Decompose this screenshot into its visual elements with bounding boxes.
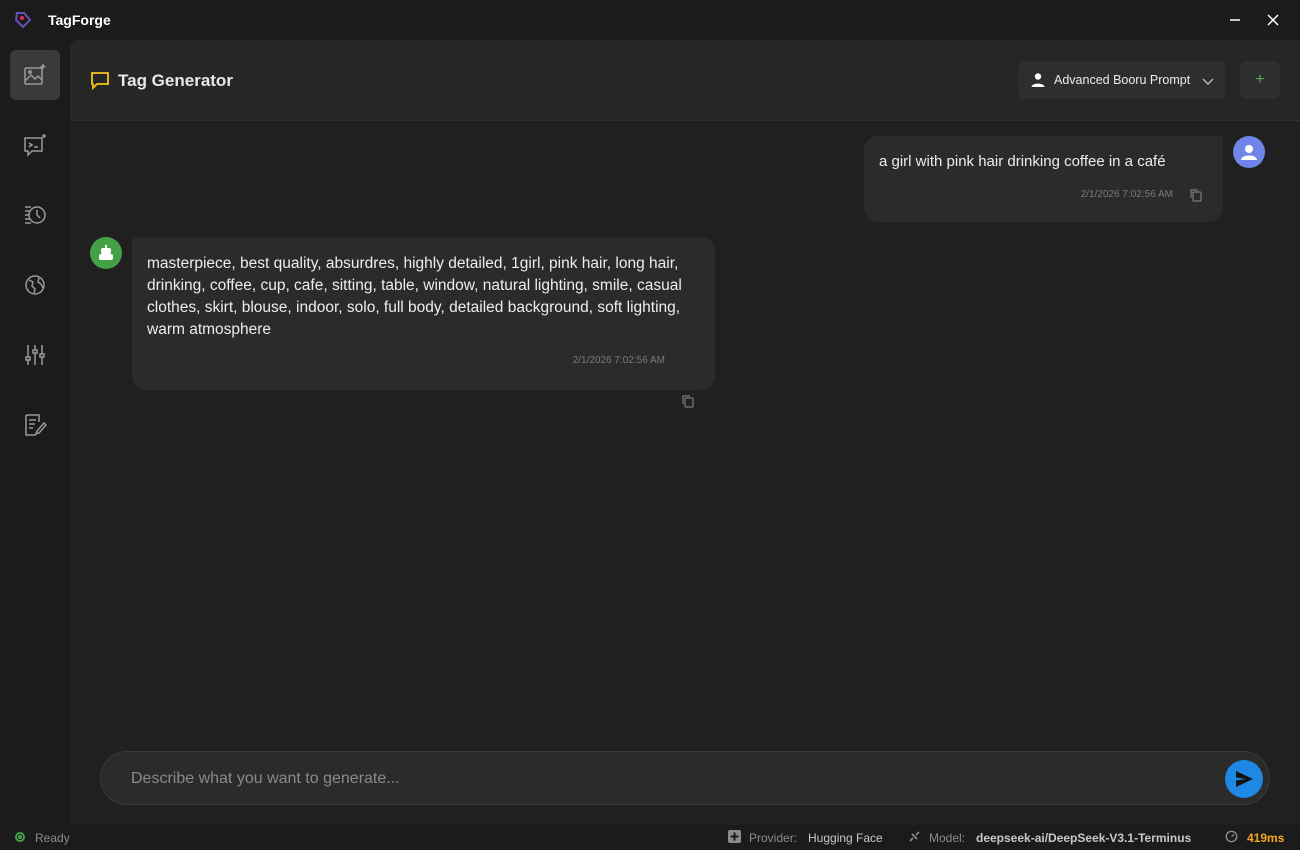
page-header: Tag Generator Advanced Booru Prompt + [70, 40, 1300, 121]
preset-label: Advanced Booru Prompt [1054, 73, 1191, 87]
latency-value: 419ms [1247, 831, 1285, 845]
page-title: Tag Generator [118, 71, 233, 90]
message-timestamp: 2/1/2026 7:02:56 AM [572, 355, 665, 366]
chat-bubble-icon [91, 72, 109, 90]
sidebar-item-notes[interactable] [10, 400, 60, 450]
title-bar: TagForge [0, 0, 1300, 40]
status-indicator-icon [15, 832, 25, 842]
image-sparkle-icon [24, 64, 46, 85]
model-label: Model: [929, 831, 966, 845]
app-logo-icon [14, 12, 32, 29]
status-bar: Ready Provider: Hugging Face Model: deep… [0, 825, 1300, 850]
user-avatar [1233, 136, 1265, 168]
message-text: masterpiece, best quality, absurdres, hi… [147, 255, 682, 338]
app-title: TagForge [48, 12, 111, 28]
copy-icon[interactable] [1189, 188, 1203, 202]
globe-icon [25, 275, 45, 295]
robot-icon [99, 245, 113, 260]
user-message: a girl with pink hair drinking coffee in… [864, 136, 1223, 222]
sidebar-item-settings[interactable] [10, 330, 60, 380]
new-chat-button[interactable]: + [1240, 61, 1280, 99]
sidebar-item-image-generator[interactable] [10, 50, 60, 100]
sliders-icon [25, 345, 45, 365]
message-text: a girl with pink hair drinking coffee in… [879, 153, 1166, 170]
preset-dropdown[interactable]: Advanced Booru Prompt [1018, 61, 1225, 99]
provider-value: Hugging Face [808, 831, 883, 845]
sidebar-item-network[interactable] [10, 260, 60, 310]
provider-label: Provider: [749, 831, 798, 845]
copy-icon[interactable] [681, 394, 695, 408]
sidebar [0, 40, 70, 825]
latency-icon [1225, 830, 1238, 843]
close-button[interactable] [1258, 8, 1288, 32]
send-button[interactable] [1225, 760, 1263, 798]
chevron-down-icon [1202, 78, 1214, 85]
minimize-icon [1230, 19, 1240, 21]
message-timestamp: 2/1/2026 7:02:56 AM [1080, 189, 1173, 200]
assistant-avatar [90, 237, 122, 269]
terminal-chat-icon [24, 134, 46, 157]
prompt-input[interactable] [131, 766, 1211, 792]
status-text: Ready [35, 831, 70, 845]
message-composer [100, 751, 1270, 805]
sidebar-item-prompt-chat[interactable] [10, 120, 60, 170]
model-icon [909, 831, 920, 842]
close-icon [1267, 14, 1279, 26]
provider-icon [728, 830, 741, 843]
edit-note-icon [25, 414, 48, 436]
history-icon [25, 206, 46, 224]
person-icon [1241, 145, 1257, 160]
main-panel: Tag Generator Advanced Booru Prompt + a … [70, 40, 1300, 825]
user-icon [1031, 73, 1045, 87]
assistant-message: masterpiece, best quality, absurdres, hi… [132, 237, 715, 408]
minimize-button[interactable] [1220, 8, 1250, 32]
send-icon [1236, 771, 1253, 787]
model-value: deepseek-ai/DeepSeek-V3.1-Terminus [976, 831, 1192, 845]
sidebar-item-history[interactable] [10, 190, 60, 240]
